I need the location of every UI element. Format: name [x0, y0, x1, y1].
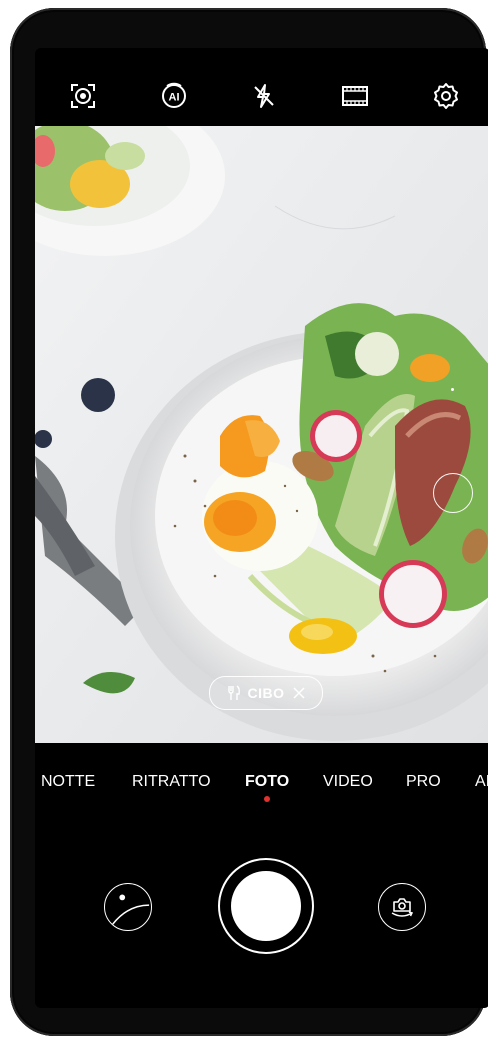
viewfinder[interactable] [35, 126, 488, 743]
ai-icon: AI [162, 82, 186, 108]
scene-label: CIBO [247, 685, 285, 701]
settings-icon [434, 83, 458, 109]
aperture-icon [71, 84, 95, 108]
mode-ritratto[interactable]: RITRATTO [132, 773, 211, 791]
focus-ring [433, 473, 473, 513]
active-mode-indicator [264, 796, 270, 802]
mode-foto[interactable]: FOTO [245, 773, 289, 791]
mode-notte[interactable]: NOTTE [41, 773, 95, 791]
mode-pro[interactable]: PRO [406, 773, 441, 791]
flash-button[interactable] [244, 76, 284, 116]
phone-frame: AI CIBO NOTTE RITRATTO FOTO VIDEO PRO AI [10, 8, 488, 1036]
ai-icon-text: AI [169, 92, 180, 104]
mode-video[interactable]: VIDEO [323, 773, 373, 791]
camera-toolbar: AI [35, 48, 488, 126]
switch-camera-button[interactable] [378, 883, 426, 931]
video-aspect-icon [342, 86, 368, 106]
mode-selector: NOTTE RITRATTO FOTO VIDEO PRO AI [35, 763, 488, 803]
switch-camera-icon [391, 898, 414, 917]
mode-ai[interactable]: AI [475, 773, 488, 791]
viewfinder-image [35, 126, 488, 743]
camera-screen: AI CIBO NOTTE RITRATTO FOTO VIDEO PRO AI [35, 48, 488, 1008]
gallery-icon [112, 894, 150, 925]
close-icon[interactable] [291, 685, 307, 701]
ai-button[interactable]: AI [154, 76, 194, 116]
cutlery-icon [227, 685, 240, 700]
shutter-button[interactable] [218, 858, 314, 954]
gallery-thumbnail[interactable] [104, 883, 152, 931]
level-indicator [451, 388, 454, 391]
shutter-inner [231, 871, 301, 941]
aperture-button[interactable] [63, 76, 103, 116]
scene-chip[interactable]: CIBO [209, 676, 323, 710]
settings-button[interactable] [426, 76, 466, 116]
video-aspect-button[interactable] [335, 76, 375, 116]
flash-off-icon [254, 84, 274, 108]
